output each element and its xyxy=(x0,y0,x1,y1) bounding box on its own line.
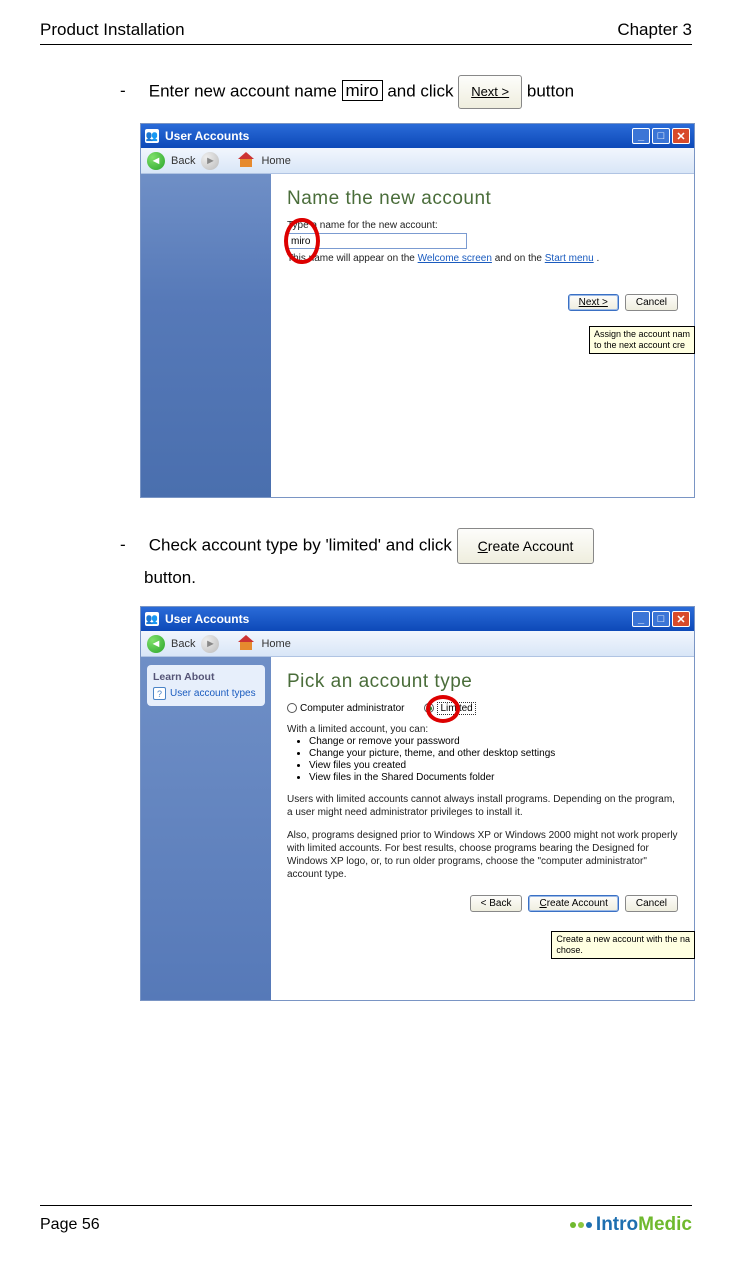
window-titlebar: 👥 User Accounts _ □ ✕ xyxy=(141,124,694,148)
radio-admin-label: Computer administrator xyxy=(300,703,404,714)
nav-home-label[interactable]: Home xyxy=(261,638,290,650)
create-account-button[interactable]: Create Account xyxy=(528,895,618,912)
radio-limited-label: Limited xyxy=(437,702,475,715)
back-icon[interactable]: ◄ xyxy=(147,635,165,653)
nav-back-label[interactable]: Back xyxy=(171,638,195,650)
note-install: Users with limited accounts cannot alway… xyxy=(287,793,678,819)
forward-icon: ► xyxy=(201,635,219,653)
cancel-button[interactable]: Cancel xyxy=(625,895,678,912)
radio-limited[interactable]: Limited xyxy=(424,703,475,714)
page-footer: Page 56 IntroMedic xyxy=(40,1205,692,1236)
tooltip-line1: Assign the account nam xyxy=(594,329,690,339)
instruction-account-type: - Check account type by 'limited' and cl… xyxy=(120,528,680,592)
list-item: Change your picture, theme, and other de… xyxy=(309,748,678,759)
capabilities-list: Change or remove your password Change yo… xyxy=(287,736,678,783)
window-titlebar: 👥 User Accounts _ □ ✕ xyxy=(141,607,694,631)
help-link-account-types[interactable]: ? User account types xyxy=(153,687,259,700)
window-title: User Accounts xyxy=(165,129,249,143)
close-icon[interactable]: ✕ xyxy=(672,128,690,144)
help-icon: ? xyxy=(153,687,166,700)
input-label: Type a name for the new account: xyxy=(287,220,678,231)
learn-about-panel: Learn About ? User account types xyxy=(147,665,265,706)
tooltip-line2: to the next account cre xyxy=(594,340,685,350)
page-number: Page 56 xyxy=(40,1216,100,1234)
wizard-main: Pick an account type Computer administra… xyxy=(271,657,694,1000)
instr1-mid: and click xyxy=(387,81,458,100)
tooltip-line1: Create a new account with the na xyxy=(556,934,690,944)
instr1-boxed-miro: miro xyxy=(342,80,383,101)
brand-dots-icon xyxy=(570,1222,592,1228)
learn-about-title: Learn About xyxy=(153,671,259,683)
header-right: Chapter 3 xyxy=(617,20,692,40)
tooltip-assign-name: Assign the account nam to the next accou… xyxy=(589,326,695,354)
cancel-button[interactable]: Cancel xyxy=(625,294,678,311)
screenshot-account-type: 👥 User Accounts _ □ ✕ ◄ Back ► Home Lear… xyxy=(140,606,695,1001)
learn-link-label: User account types xyxy=(170,688,256,699)
list-item: Change or remove your password xyxy=(309,736,678,747)
window-title: User Accounts xyxy=(165,612,249,626)
link-start-menu[interactable]: Start menu xyxy=(545,253,594,264)
list-item: View files you created xyxy=(309,760,678,771)
minimize-icon[interactable]: _ xyxy=(632,611,650,627)
wizard-main: Name the new account Type a name for the… xyxy=(271,174,694,497)
back-button[interactable]: < Back xyxy=(470,895,523,912)
tooltip-line2: chose. xyxy=(556,945,583,955)
wizard-heading: Name the new account xyxy=(287,188,678,210)
back-icon[interactable]: ◄ xyxy=(147,152,165,170)
note-compat: Also, programs designed prior to Windows… xyxy=(287,829,678,881)
maximize-icon[interactable]: □ xyxy=(652,128,670,144)
limited-intro: With a limited account, you can: xyxy=(287,724,678,735)
nav-toolbar: ◄ Back ► Home xyxy=(141,631,694,657)
instruction-enter-name: - Enter new account name miro and click … xyxy=(120,75,692,109)
list-item: View files in the Shared Documents folde… xyxy=(309,772,678,783)
instr2-pre: Check account type by 'limited' and clic… xyxy=(149,535,457,554)
instr1-pre: Enter new account name xyxy=(149,81,342,100)
home-icon[interactable] xyxy=(237,635,255,653)
tooltip-create-account: Create a new account with the na chose. xyxy=(551,931,695,959)
nav-back-label[interactable]: Back xyxy=(171,155,195,167)
wizard-heading: Pick an account type xyxy=(287,671,678,693)
forward-icon: ► xyxy=(201,152,219,170)
sidebar xyxy=(141,174,271,497)
header-left: Product Installation xyxy=(40,20,185,40)
radio-admin[interactable]: Computer administrator xyxy=(287,703,404,714)
inline-create-account-graphic: Create Account xyxy=(457,528,595,564)
inline-next-button-graphic: Next > xyxy=(458,75,522,109)
brand-intro: Intro xyxy=(596,1214,638,1236)
close-icon[interactable]: ✕ xyxy=(672,611,690,627)
minimize-icon[interactable]: _ xyxy=(632,128,650,144)
instr2-post: button. xyxy=(144,568,196,587)
nav-toolbar: ◄ Back ► Home xyxy=(141,148,694,174)
brand-medic: Medic xyxy=(638,1214,692,1236)
inline-create-label: reate Account xyxy=(488,538,574,554)
user-accounts-icon: 👥 xyxy=(145,129,159,143)
page-header: Product Installation Chapter 3 xyxy=(40,20,692,45)
instr1-post: button xyxy=(527,81,574,100)
user-accounts-icon: 👥 xyxy=(145,612,159,626)
maximize-icon[interactable]: □ xyxy=(652,611,670,627)
link-welcome-screen[interactable]: Welcome screen xyxy=(418,253,492,264)
hint-post: . xyxy=(596,253,599,264)
next-button[interactable]: Next > xyxy=(568,294,619,311)
home-icon[interactable] xyxy=(237,152,255,170)
hint-text: This name will appear on the Welcome scr… xyxy=(287,253,678,264)
sidebar: Learn About ? User account types xyxy=(141,657,271,1000)
next-button-label: Next > xyxy=(579,297,608,308)
account-name-input[interactable] xyxy=(287,233,467,249)
hint-pre: This name will appear on the xyxy=(287,253,418,264)
hint-mid: and on the xyxy=(495,253,545,264)
brand-logo: IntroMedic xyxy=(570,1214,692,1236)
nav-home-label[interactable]: Home xyxy=(261,155,290,167)
screenshot-name-account: 👥 User Accounts _ □ ✕ ◄ Back ► Home Name… xyxy=(140,123,695,498)
inline-next-label: Next > xyxy=(471,84,509,99)
